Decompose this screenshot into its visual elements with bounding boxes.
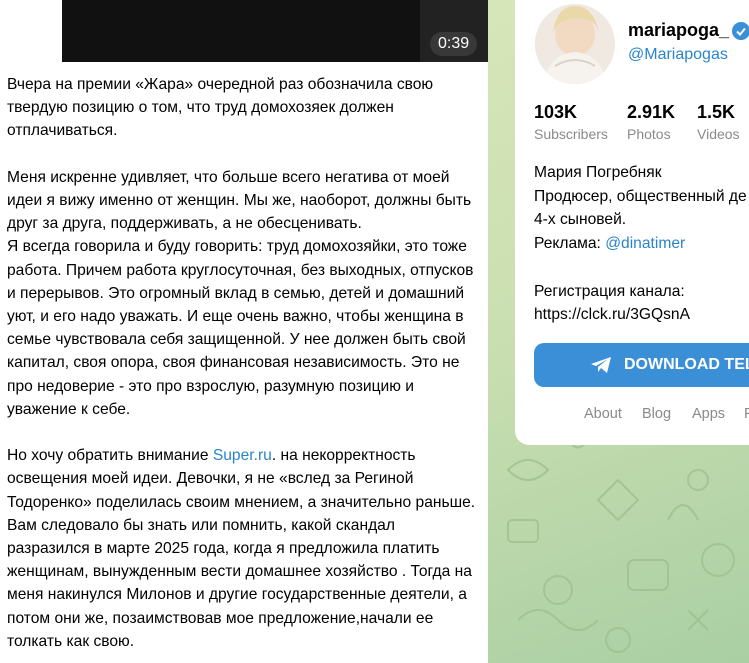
channel-name: mariapoga_ [628, 20, 730, 40]
stat-subscribers-value: 103K [534, 102, 578, 122]
post-paragraph: Меня искренне удивляет, что больше всего… [7, 168, 474, 418]
post-text: Вчера на премии «Жара» очередной раз обо… [7, 73, 477, 663]
channel-registration-label: Регистрация канала: [534, 283, 685, 300]
channel-description-line: Продюсер, общественный де [534, 188, 747, 205]
channel-avatar[interactable] [535, 4, 615, 84]
stat-photos-value: 2.91K [627, 102, 676, 122]
video-frame[interactable] [62, 0, 420, 62]
download-button-label: DOWNLOAD TELE [624, 356, 749, 373]
post-paragraph: Вчера на премии «Жара» очередной раз обо… [7, 76, 434, 140]
footer-link-about[interactable]: About [584, 406, 622, 422]
channel-registration-link[interactable]: https://clck.ru/3GQsnA [534, 306, 690, 324]
video-duration-badge: 0:39 [430, 32, 478, 56]
verified-icon [732, 22, 749, 40]
stat-videos-label: Videos [697, 126, 740, 142]
download-telegram-button[interactable]: DOWNLOAD TELE [534, 343, 749, 387]
footer-link-apps[interactable]: Apps [692, 406, 725, 422]
channel-ads-line: Реклама: @dinatimer [534, 235, 686, 252]
video-player[interactable]: 0:39 [0, 0, 488, 62]
ads-contact-link[interactable]: @dinatimer [605, 235, 685, 252]
channel-handle[interactable]: @Mariapogas [628, 46, 728, 64]
stat-photos-label: Photos [627, 126, 671, 142]
telegram-plane-icon [591, 357, 611, 373]
stat-videos-value: 1.5K [697, 102, 736, 122]
channel-description-line: Мария Погребняк [534, 164, 662, 181]
post-paragraph: Но хочу обратить внимание Super.ru. на н… [7, 447, 476, 650]
footer-link-blog[interactable]: Blog [642, 406, 671, 422]
stat-subscribers-label: Subscribers [534, 126, 608, 142]
channel-description-line: 4-х сыновей. [534, 211, 627, 228]
footer-link-privacy[interactable]: P [744, 406, 749, 422]
post-panel: 0:39 Вчера на премии «Жара» очередной ра… [0, 0, 488, 663]
super-ru-link[interactable]: Super.ru [213, 447, 272, 464]
